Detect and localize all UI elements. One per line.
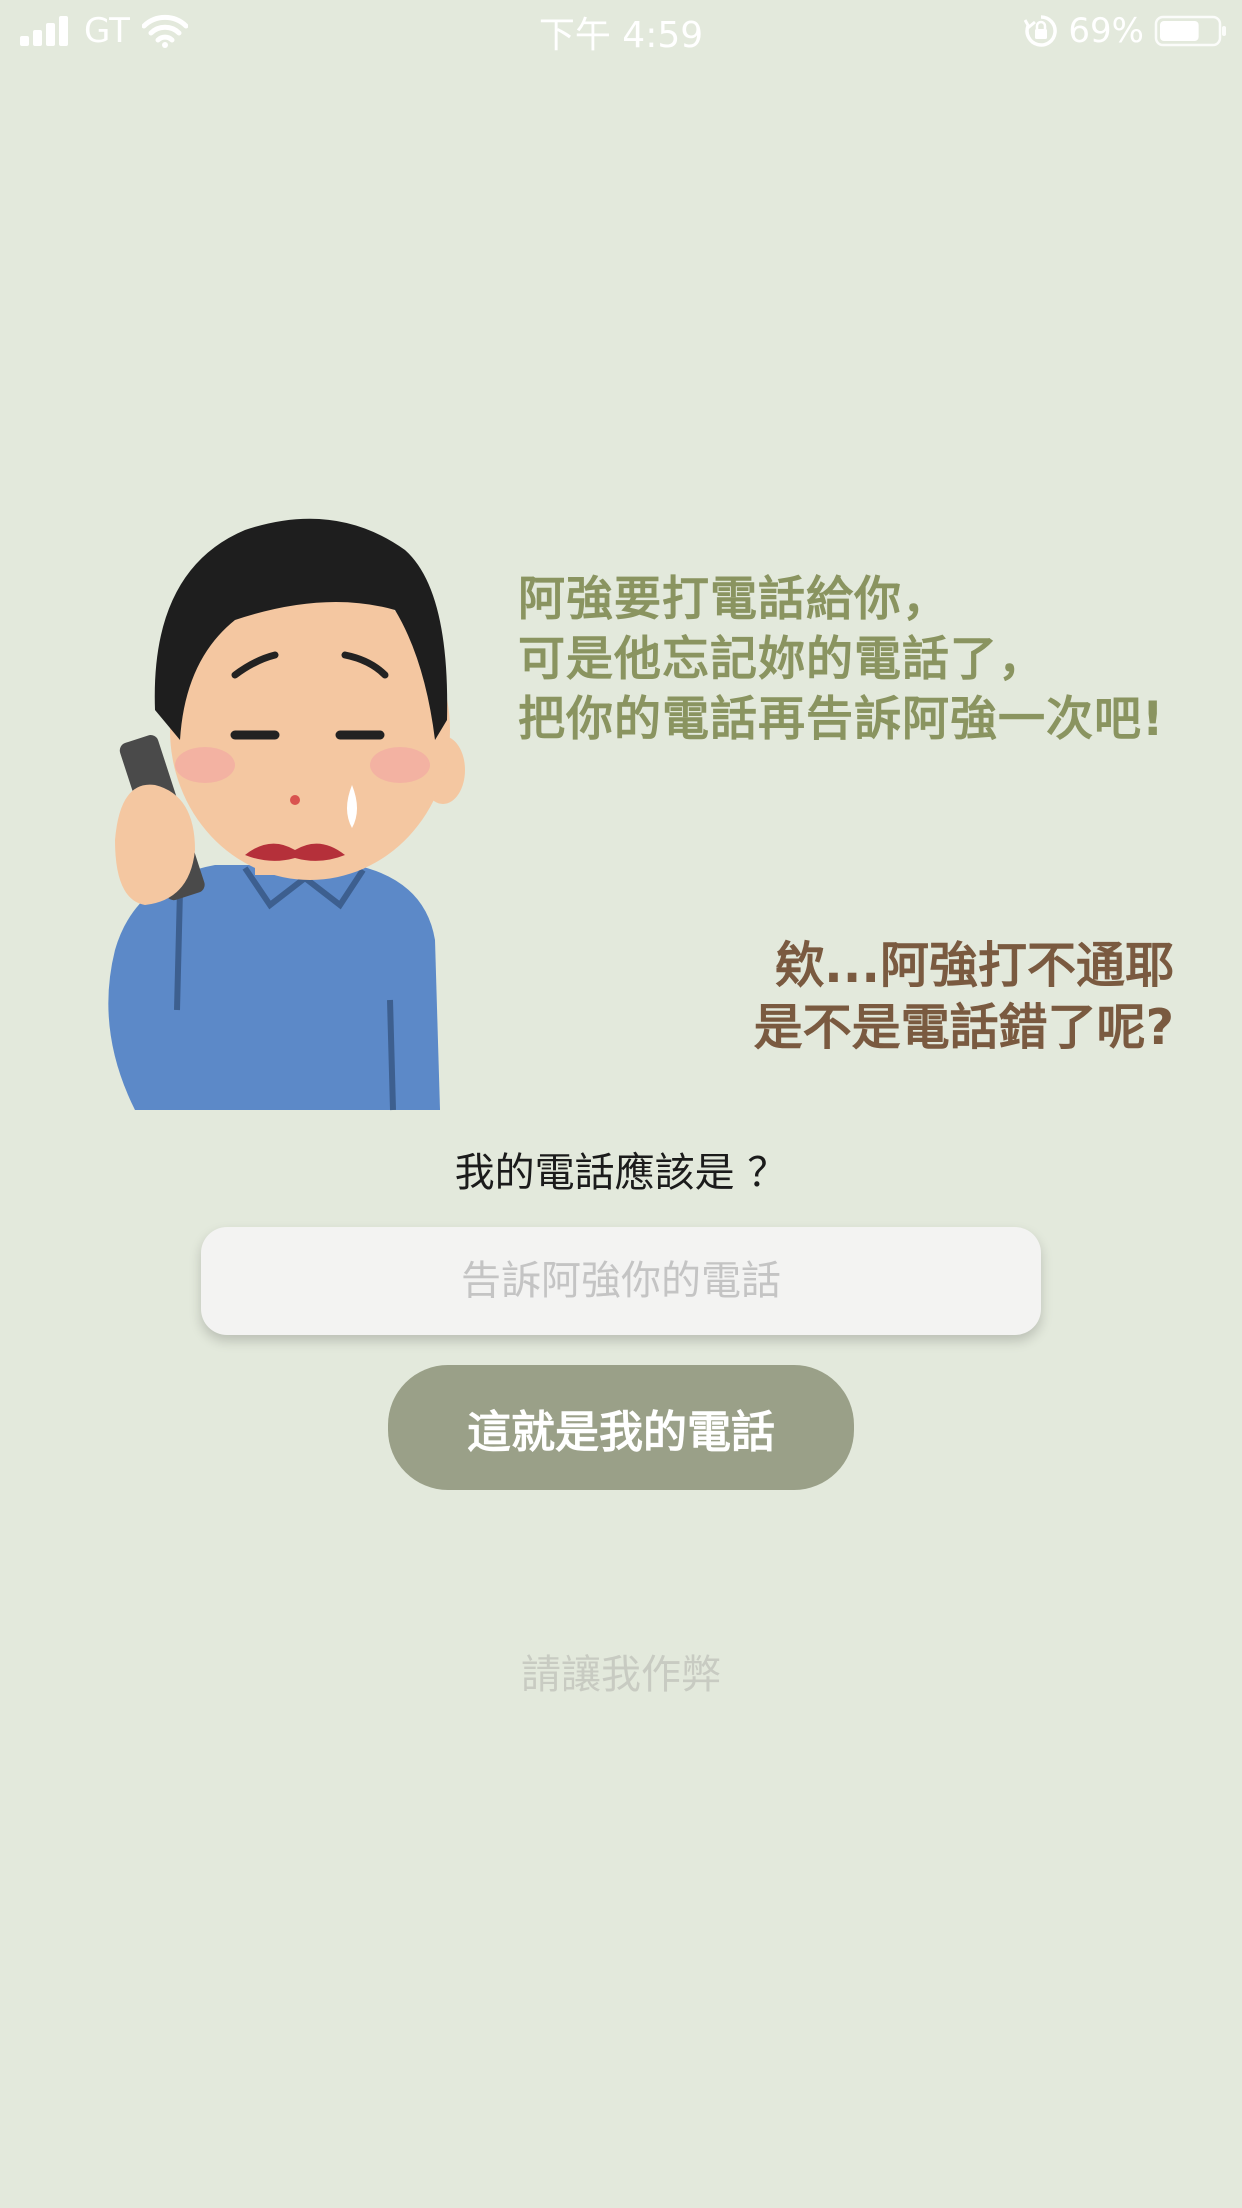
cheat-link[interactable]: 請讓我作弊 xyxy=(0,1642,1242,1700)
status-right: 69% xyxy=(1024,8,1228,54)
error-line: 欸...阿強打不通耶 xyxy=(775,937,1174,994)
crying-man-on-phone-illustration xyxy=(108,518,465,1111)
status-bar: GT 下午 4:59 69% xyxy=(0,0,1242,60)
error-line: 是不是電話錯了呢? xyxy=(753,999,1174,1056)
confirm-phone-button[interactable]: 這就是我的電話 xyxy=(388,1365,854,1490)
error-message: 欸...阿強打不通耶 是不是電話錯了呢? xyxy=(474,935,1174,1059)
intro-line: 阿強要打電話給你， xyxy=(518,572,950,627)
intro-message: 阿強要打電話給你， 可是他忘記妳的電話了， 把你的電話再告訴阿強一次吧! xyxy=(518,570,1218,750)
battery-icon xyxy=(1154,15,1226,47)
phone-question-label: 我的電話應該是 ？ xyxy=(454,1150,788,1196)
intro-line: 可是他忘記妳的電話了， xyxy=(518,632,1046,687)
phone-input[interactable] xyxy=(201,1227,1041,1335)
intro-line: 把你的電話再告訴阿強一次吧! xyxy=(518,692,1165,747)
rotation-lock-icon xyxy=(1024,15,1058,47)
battery-percent: 69% xyxy=(1068,11,1144,51)
